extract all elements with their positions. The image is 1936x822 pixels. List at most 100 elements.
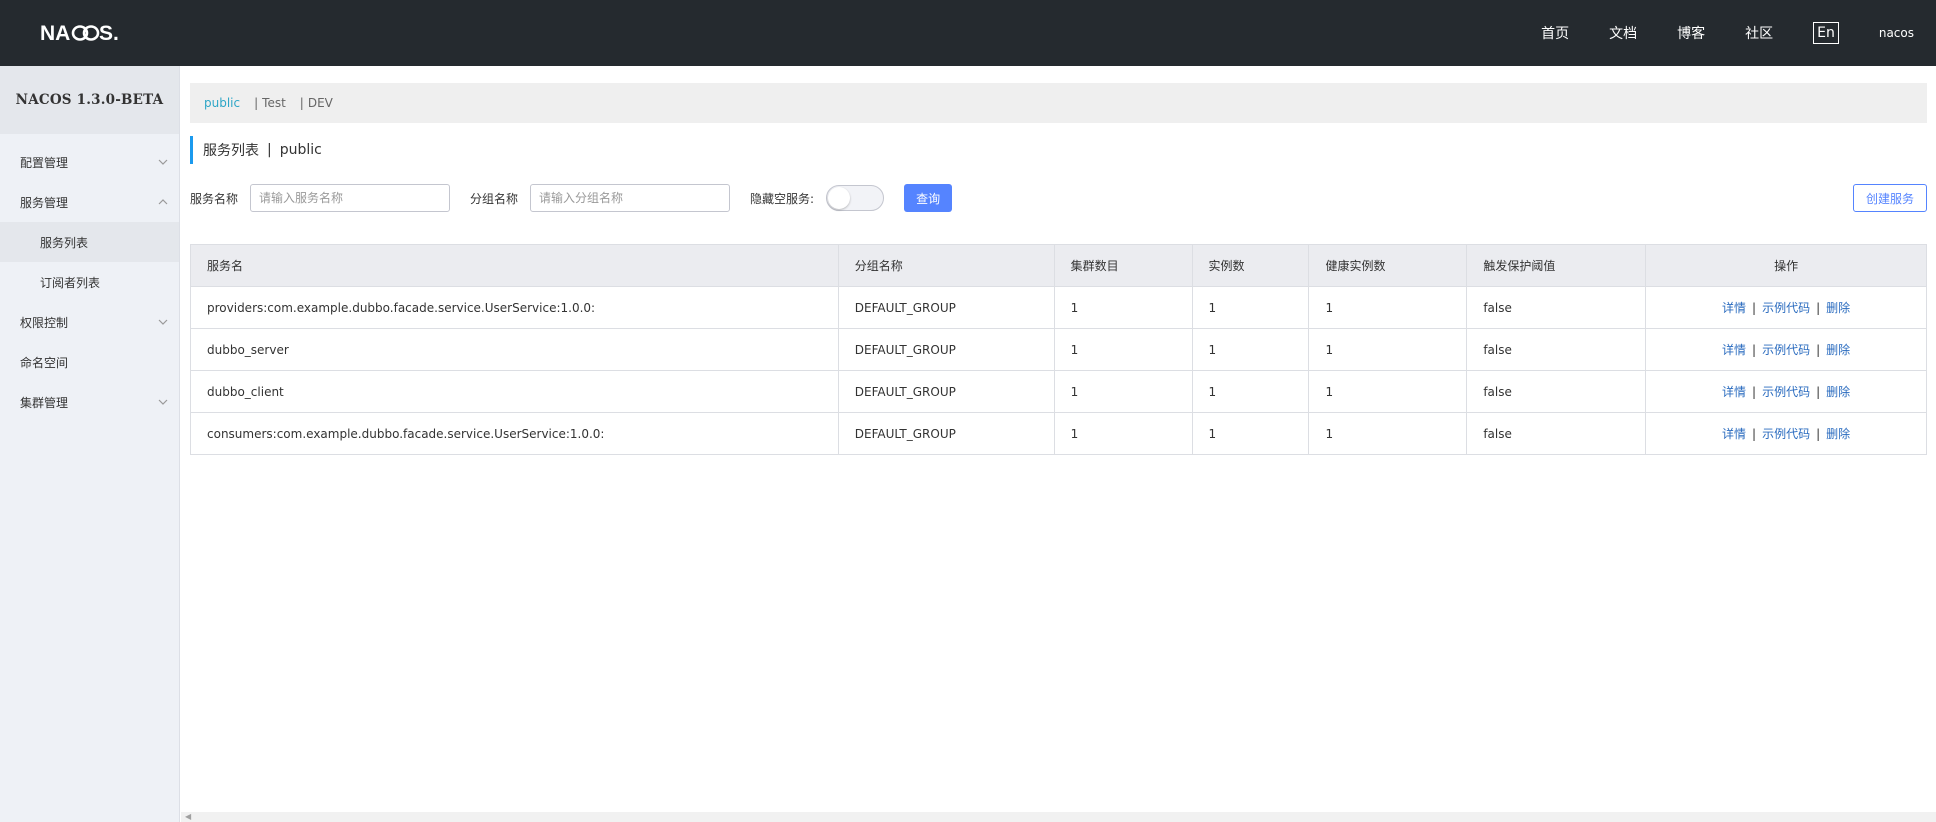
sidebar-item-service-list[interactable]: 服务列表 (0, 222, 179, 262)
scroll-left-arrow-icon[interactable]: ◀ (185, 813, 191, 821)
sample-code-link[interactable]: 示例代码 (1762, 301, 1810, 315)
cell-instance-count: 1 (1191, 286, 1310, 329)
action-separator: | (1752, 427, 1757, 441)
sample-code-link[interactable]: 示例代码 (1762, 385, 1810, 399)
chevron-up-icon (157, 196, 169, 208)
nacos-logo[interactable]: NA S. (40, 18, 136, 48)
filter-bar: 服务名称 分组名称 隐藏空服务: 查询 创建服务 (190, 184, 1927, 212)
cell-protect-threshold: false (1466, 328, 1647, 371)
detail-link[interactable]: 详情 (1722, 343, 1746, 357)
cell-service-name: dubbo_server (190, 328, 839, 371)
action-separator: | (1752, 385, 1757, 399)
sidebar-item-namespace[interactable]: 命名空间 (0, 342, 179, 382)
sample-code-link[interactable]: 示例代码 (1762, 343, 1810, 357)
cell-cluster-count: 1 (1053, 370, 1193, 413)
delete-link[interactable]: 删除 (1826, 301, 1850, 315)
cell-operations: 详情 | 示例代码 | 删除 (1645, 286, 1927, 329)
chevron-down-icon (157, 156, 169, 168)
cell-group-name: DEFAULT_GROUP (837, 412, 1055, 455)
top-header: NA S. 首页 文档 博客 社区 En nacos (0, 0, 1936, 66)
namespace-public[interactable]: public (204, 96, 240, 110)
column-header-healthy-instance-count: 健康实例数 (1308, 244, 1468, 287)
column-header-protect-threshold: 触发保护阈值 (1466, 244, 1647, 287)
user-menu[interactable]: nacos (1879, 26, 1914, 40)
table-row: dubbo_client DEFAULT_GROUP 1 1 1 false 详… (190, 370, 1927, 413)
sidebar-item-label: 服务管理 (20, 195, 69, 210)
svg-text:NA: NA (40, 22, 70, 45)
hide-empty-services-toggle[interactable] (826, 185, 885, 211)
sidebar-item-access-control[interactable]: 权限控制 (0, 302, 179, 342)
action-separator: | (1816, 427, 1821, 441)
nav-community[interactable]: 社区 (1745, 23, 1773, 43)
top-nav: 首页 文档 博客 社区 En nacos (1541, 0, 1936, 66)
cell-protect-threshold: false (1466, 412, 1647, 455)
cell-healthy-instance-count: 1 (1308, 328, 1468, 371)
sidebar-item-service-management[interactable]: 服务管理 (0, 182, 179, 222)
title-separator: | (267, 142, 272, 158)
language-switch-button[interactable]: En (1813, 22, 1839, 44)
cell-healthy-instance-count: 1 (1308, 412, 1468, 455)
sidebar-menu: 配置管理 服务管理 服务列表 订阅者列表 权限控制 命名空间 集群管理 (0, 134, 179, 422)
sidebar-item-label: 命名空间 (20, 355, 69, 370)
svg-text:S.: S. (99, 22, 119, 45)
sidebar-item-config-management[interactable]: 配置管理 (0, 142, 179, 182)
sidebar-item-cluster-management[interactable]: 集群管理 (0, 382, 179, 422)
nav-blog[interactable]: 博客 (1677, 23, 1705, 43)
cell-service-name: dubbo_client (190, 370, 839, 413)
service-name-label: 服务名称 (190, 191, 239, 206)
cell-operations: 详情 | 示例代码 | 删除 (1645, 370, 1927, 413)
query-button[interactable]: 查询 (904, 184, 953, 212)
cell-group-name: DEFAULT_GROUP (837, 328, 1055, 371)
cell-healthy-instance-count: 1 (1308, 370, 1468, 413)
delete-link[interactable]: 删除 (1826, 385, 1850, 399)
delete-link[interactable]: 删除 (1826, 427, 1850, 441)
cell-instance-count: 1 (1191, 370, 1310, 413)
group-name-label: 分组名称 (470, 191, 519, 206)
group-name-input[interactable] (530, 184, 731, 212)
sidebar: NACOS 1.3.0-BETA 配置管理 服务管理 服务列表 订阅者列表 权限… (0, 66, 180, 822)
column-header-group-name: 分组名称 (837, 244, 1055, 287)
detail-link[interactable]: 详情 (1722, 385, 1746, 399)
table-row: consumers:com.example.dubbo.facade.servi… (190, 412, 1927, 455)
cell-instance-count: 1 (1191, 412, 1310, 455)
nav-docs[interactable]: 文档 (1609, 23, 1637, 43)
cell-cluster-count: 1 (1053, 328, 1193, 371)
chevron-down-icon (157, 396, 169, 408)
namespace-test[interactable]: Test (262, 96, 286, 110)
delete-link[interactable]: 删除 (1826, 343, 1850, 357)
sample-code-link[interactable]: 示例代码 (1762, 427, 1810, 441)
nav-home[interactable]: 首页 (1541, 23, 1569, 43)
create-service-button[interactable]: 创建服务 (1852, 184, 1927, 212)
namespace-separator: | (254, 96, 259, 110)
namespace-bar: public | Test | DEV (190, 83, 1927, 123)
table-header-row: 服务名 分组名称 集群数目 实例数 健康实例数 触发保护阈值 操作 (190, 244, 1927, 287)
cell-instance-count: 1 (1191, 328, 1310, 371)
table-row: providers:com.example.dubbo.facade.servi… (190, 286, 1927, 329)
column-header-cluster-count: 集群数目 (1053, 244, 1193, 287)
detail-link[interactable]: 详情 (1722, 427, 1746, 441)
page-title-namespace: public (279, 142, 322, 158)
sidebar-item-subscriber-list[interactable]: 订阅者列表 (0, 262, 179, 302)
column-header-operations: 操作 (1645, 244, 1927, 287)
cell-group-name: DEFAULT_GROUP (837, 370, 1055, 413)
nacos-logo-icon: NA S. (40, 22, 119, 45)
sidebar-item-label: 集群管理 (20, 395, 69, 410)
cell-cluster-count: 1 (1053, 286, 1193, 329)
service-name-input[interactable] (250, 184, 451, 212)
hide-empty-services-label: 隐藏空服务: (750, 191, 815, 206)
horizontal-scrollbar[interactable]: ◀ (181, 812, 1936, 822)
cell-operations: 详情 | 示例代码 | 删除 (1645, 412, 1927, 455)
detail-link[interactable]: 详情 (1722, 301, 1746, 315)
namespace-separator: | (299, 96, 304, 110)
page-title: 服务列表 | public (190, 136, 322, 164)
cell-group-name: DEFAULT_GROUP (837, 286, 1055, 329)
namespace-dev[interactable]: DEV (308, 96, 333, 110)
cell-service-name: consumers:com.example.dubbo.facade.servi… (190, 412, 839, 455)
action-separator: | (1816, 343, 1821, 357)
cell-protect-threshold: false (1466, 370, 1647, 413)
sidebar-item-label: 配置管理 (20, 155, 69, 170)
column-header-service-name: 服务名 (190, 244, 839, 287)
cell-cluster-count: 1 (1053, 412, 1193, 455)
action-separator: | (1816, 385, 1821, 399)
service-table: 服务名 分组名称 集群数目 实例数 健康实例数 触发保护阈值 操作 provid… (190, 244, 1927, 455)
